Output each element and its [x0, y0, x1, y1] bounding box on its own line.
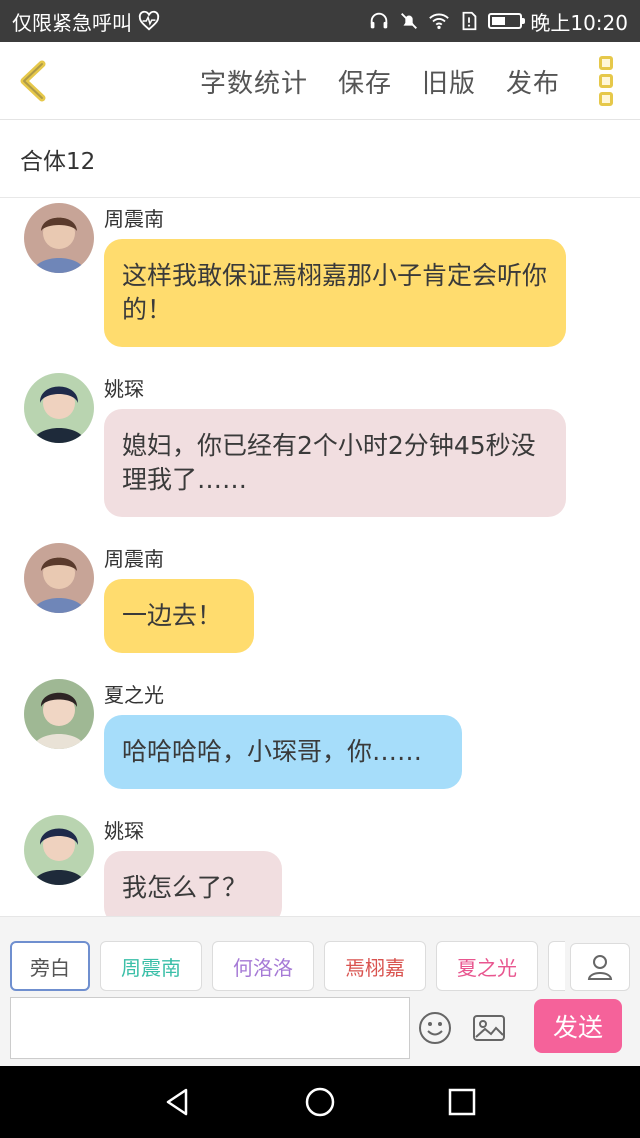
person-icon [587, 955, 613, 980]
message-sender: 姚琛 [104, 377, 144, 401]
status-time: 晚上10:20 [530, 10, 628, 35]
chevron-left-icon [20, 60, 46, 102]
smiley-icon [419, 1012, 451, 1044]
avatar[interactable] [24, 203, 94, 273]
message-sender: 姚琛 [104, 819, 144, 843]
home-circle-icon[interactable] [304, 1086, 336, 1118]
back-button[interactable] [14, 56, 54, 106]
send-button[interactable]: 发送 [534, 999, 622, 1053]
character-chip-narration[interactable]: 旁白 [10, 941, 90, 991]
word-count-button[interactable]: 字数统计 [200, 63, 308, 100]
message-sender: 周震南 [104, 207, 164, 231]
avatar[interactable] [24, 679, 94, 749]
character-selector[interactable]: 旁白 周震南 何洛洛 焉栩嘉 夏之光 [10, 941, 565, 991]
character-chip[interactable]: 周震南 [100, 941, 202, 991]
status-right: 晚上10:20 [368, 7, 628, 36]
status-text: 仅限紧急呼叫 [12, 10, 132, 35]
emoji-button[interactable] [418, 1011, 452, 1045]
message-bubble[interactable]: 我怎么了？ [104, 851, 282, 916]
avatar[interactable] [24, 815, 94, 885]
status-bar: 仅限紧急呼叫 晚上10:20 [0, 0, 640, 42]
system-nav-bar [0, 1066, 640, 1138]
avatar[interactable] [24, 373, 94, 443]
heartbeat-icon [138, 10, 160, 32]
battery-icon [488, 13, 526, 29]
image-icon [473, 1015, 505, 1041]
more-dot [599, 92, 613, 106]
editor-toolbar: 字数统计 保存 旧版 发布 [0, 42, 640, 120]
character-chip[interactable]: 夏之光 [436, 941, 538, 991]
message-sender: 周震南 [104, 547, 164, 571]
character-chip-overflow[interactable] [548, 941, 565, 991]
status-left: 仅限紧急呼叫 [12, 7, 160, 36]
chapter-title-row[interactable]: 合体12 [0, 120, 640, 198]
chat-area[interactable]: 周震南 这样我敢保证焉栩嘉那小子肯定会听你的！ 姚琛 媳妇，你已经有2个小时2分… [0, 199, 640, 916]
publish-button[interactable]: 发布 [506, 63, 560, 100]
save-button[interactable]: 保存 [338, 63, 392, 100]
chapter-title: 合体12 [20, 148, 96, 175]
chat-message[interactable]: 姚琛 我怎么了？ [0, 813, 640, 916]
more-dot [599, 74, 613, 88]
character-chip[interactable]: 何洛洛 [212, 941, 314, 991]
message-bubble[interactable]: 哈哈哈哈，小琛哥，你…… [104, 715, 462, 789]
character-chip[interactable]: 焉栩嘉 [324, 941, 426, 991]
character-manage-button[interactable] [570, 943, 630, 991]
message-bubble[interactable]: 媳妇，你已经有2个小时2分钟45秒没理我了…… [104, 409, 566, 517]
more-vertical-icon[interactable] [596, 56, 616, 108]
image-button[interactable] [472, 1011, 506, 1045]
sim-alert-icon [458, 10, 480, 32]
avatar[interactable] [24, 543, 94, 613]
message-input[interactable] [10, 997, 410, 1059]
battery-level [492, 17, 506, 25]
chat-message[interactable]: 周震南 一边去！ [0, 541, 640, 661]
wifi-icon [428, 10, 450, 32]
chat-message[interactable]: 周震南 这样我敢保证焉栩嘉那小子肯定会听你的！ [0, 201, 640, 351]
composer-panel: 旁白 周震南 何洛洛 焉栩嘉 夏之光 发送 [0, 916, 640, 1066]
headset-icon [368, 10, 390, 32]
message-bubble[interactable]: 这样我敢保证焉栩嘉那小子肯定会听你的！ [104, 239, 566, 347]
chat-message[interactable]: 姚琛 媳妇，你已经有2个小时2分钟45秒没理我了…… [0, 371, 640, 521]
recents-square-icon[interactable] [446, 1086, 478, 1118]
chat-message[interactable]: 夏之光 哈哈哈哈，小琛哥，你…… [0, 677, 640, 797]
more-dot [599, 56, 613, 70]
back-triangle-icon[interactable] [162, 1086, 194, 1118]
message-sender: 夏之光 [104, 683, 164, 707]
old-version-button[interactable]: 旧版 [422, 63, 476, 100]
message-bubble[interactable]: 一边去！ [104, 579, 254, 653]
toolbar-actions: 字数统计 保存 旧版 发布 [200, 42, 560, 120]
mute-icon [398, 10, 420, 32]
